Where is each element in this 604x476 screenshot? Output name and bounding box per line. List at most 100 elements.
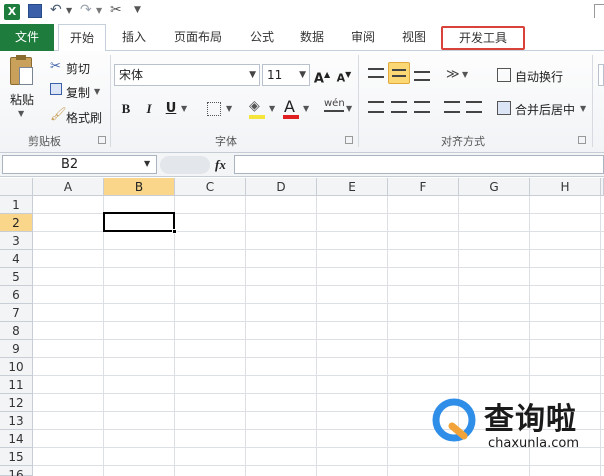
tab-data[interactable]: 数据 bbox=[292, 24, 332, 51]
redo-dropdown-icon[interactable]: ▼ bbox=[96, 6, 102, 15]
column-header[interactable]: A bbox=[33, 178, 104, 196]
border-dropdown-icon[interactable]: ▼ bbox=[226, 104, 232, 113]
row-header[interactable]: 13 bbox=[0, 412, 33, 430]
column-header[interactable]: D bbox=[246, 178, 317, 196]
active-cell-b2[interactable] bbox=[103, 212, 175, 232]
redo-icon[interactable]: ↷ bbox=[80, 2, 92, 18]
grow-font-button[interactable]: A▲ bbox=[312, 65, 332, 86]
border-icon[interactable] bbox=[207, 102, 221, 116]
merge-dropdown-icon[interactable]: ▼ bbox=[580, 104, 586, 113]
paste-button[interactable]: 粘贴 bbox=[10, 91, 34, 108]
cut-button[interactable]: 剪切 bbox=[66, 60, 90, 77]
column-header[interactable]: H bbox=[530, 178, 601, 196]
column-header[interactable]: E bbox=[317, 178, 388, 196]
fill-color-dropdown-icon[interactable]: ▼ bbox=[269, 104, 275, 113]
font-name-combo[interactable]: 宋体 ▼ bbox=[114, 64, 260, 86]
italic-button[interactable]: I bbox=[139, 99, 159, 119]
fill-color-icon[interactable]: ◈ bbox=[249, 98, 260, 114]
number-format-partial[interactable] bbox=[598, 64, 604, 86]
undo-icon[interactable]: ↶ bbox=[50, 2, 62, 18]
row-header[interactable]: 8 bbox=[0, 322, 33, 340]
cut-icon[interactable]: ✂ bbox=[50, 59, 61, 74]
row-header[interactable]: 7 bbox=[0, 304, 33, 322]
row-header[interactable]: 1 bbox=[0, 196, 33, 214]
fill-handle[interactable] bbox=[172, 229, 177, 234]
wrap-text-icon[interactable] bbox=[497, 68, 511, 82]
font-color-icon[interactable]: A bbox=[284, 97, 295, 116]
ribbon: 粘贴 ▼ ✂ 剪切 复制 ▼ 🖌 格式刷 剪贴板 宋体 ▼ 11 ▼ A▲ A▼… bbox=[0, 51, 604, 153]
fill-color-bar bbox=[249, 115, 265, 119]
save-icon[interactable] bbox=[28, 4, 42, 18]
increase-indent-icon[interactable] bbox=[466, 101, 482, 113]
row-header[interactable]: 16 bbox=[0, 466, 33, 476]
column-header[interactable]: G bbox=[459, 178, 530, 196]
tab-view[interactable]: 视图 bbox=[394, 24, 434, 51]
wrap-text-button[interactable]: 自动换行 bbox=[515, 68, 563, 85]
customize-icon[interactable]: ▼ bbox=[134, 5, 141, 15]
align-middle-icon[interactable] bbox=[388, 62, 410, 84]
font-size-value: 11 bbox=[267, 68, 283, 82]
fx-icon[interactable]: fx bbox=[215, 157, 226, 173]
column-header[interactable]: C bbox=[175, 178, 246, 196]
watermark-q-icon bbox=[432, 398, 476, 442]
row-header[interactable]: 10 bbox=[0, 358, 33, 376]
phonetic-label: wén bbox=[324, 98, 345, 109]
row-header[interactable]: 9 bbox=[0, 340, 33, 358]
underline-button[interactable]: U bbox=[161, 99, 181, 119]
column-header[interactable]: B bbox=[104, 178, 175, 196]
copy-dropdown-icon[interactable]: ▼ bbox=[94, 87, 100, 96]
orientation-icon[interactable]: ≫ bbox=[446, 67, 460, 82]
merge-center-icon[interactable] bbox=[497, 101, 511, 115]
align-right-icon[interactable] bbox=[414, 101, 430, 113]
paste-dropdown-icon[interactable]: ▼ bbox=[18, 109, 24, 118]
underline-dropdown-icon[interactable]: ▼ bbox=[181, 104, 187, 113]
phonetic-icon[interactable]: wén bbox=[324, 98, 345, 112]
watermark: 查询啦 chaxunla.com bbox=[428, 390, 604, 476]
align-left-icon[interactable] bbox=[368, 101, 384, 113]
format-painter-icon[interactable]: 🖌 bbox=[50, 107, 67, 122]
row-header[interactable]: 4 bbox=[0, 250, 33, 268]
bold-button[interactable]: B bbox=[116, 99, 136, 119]
name-box-dropdown-icon[interactable]: ▼ bbox=[144, 159, 150, 168]
tab-page-layout[interactable]: 页面布局 bbox=[166, 24, 230, 51]
excel-logo-icon: X bbox=[4, 4, 20, 20]
tab-file[interactable]: 文件 bbox=[0, 24, 54, 51]
tab-developer[interactable]: 开发工具 bbox=[441, 26, 525, 50]
shrink-font-button[interactable]: A▼ bbox=[334, 65, 354, 85]
row-header[interactable]: 11 bbox=[0, 376, 33, 394]
copy-icon[interactable] bbox=[50, 83, 62, 95]
align-center-icon[interactable] bbox=[391, 101, 407, 113]
tab-formulas[interactable]: 公式 bbox=[242, 24, 282, 51]
clipboard-launcher-icon[interactable] bbox=[98, 136, 106, 144]
tab-insert[interactable]: 插入 bbox=[114, 24, 154, 51]
row-header[interactable]: 12 bbox=[0, 394, 33, 412]
row-header[interactable]: 2 bbox=[0, 214, 33, 232]
select-all-corner[interactable] bbox=[0, 178, 33, 196]
tools-icon[interactable]: ✂ bbox=[110, 2, 122, 18]
formula-input[interactable] bbox=[234, 155, 604, 174]
font-launcher-icon[interactable] bbox=[345, 136, 353, 144]
tab-review[interactable]: 审阅 bbox=[343, 24, 383, 51]
tab-home[interactable]: 开始 bbox=[58, 24, 106, 52]
paste-icon[interactable] bbox=[10, 55, 33, 85]
decrease-indent-icon[interactable] bbox=[444, 101, 460, 113]
name-box[interactable]: B2 bbox=[2, 155, 157, 174]
align-bottom-icon[interactable] bbox=[414, 71, 430, 81]
undo-dropdown-icon[interactable]: ▼ bbox=[66, 6, 72, 15]
row-header[interactable]: 15 bbox=[0, 448, 33, 466]
align-top-icon[interactable] bbox=[368, 68, 384, 78]
alignment-launcher-icon[interactable] bbox=[578, 136, 586, 144]
merge-center-button[interactable]: 合并后居中 bbox=[515, 101, 575, 118]
row-header[interactable]: 3 bbox=[0, 232, 33, 250]
orientation-dropdown-icon[interactable]: ▼ bbox=[462, 70, 468, 79]
font-size-combo[interactable]: 11 ▼ bbox=[262, 64, 310, 86]
phonetic-dropdown-icon[interactable]: ▼ bbox=[346, 104, 352, 113]
row-header[interactable]: 5 bbox=[0, 268, 33, 286]
format-painter-button[interactable]: 格式刷 bbox=[66, 109, 102, 126]
column-header[interactable]: F bbox=[388, 178, 459, 196]
font-group-label: 字体 bbox=[215, 135, 237, 148]
font-color-dropdown-icon[interactable]: ▼ bbox=[303, 104, 309, 113]
copy-button[interactable]: 复制 bbox=[66, 84, 90, 101]
row-header[interactable]: 6 bbox=[0, 286, 33, 304]
row-header[interactable]: 14 bbox=[0, 430, 33, 448]
